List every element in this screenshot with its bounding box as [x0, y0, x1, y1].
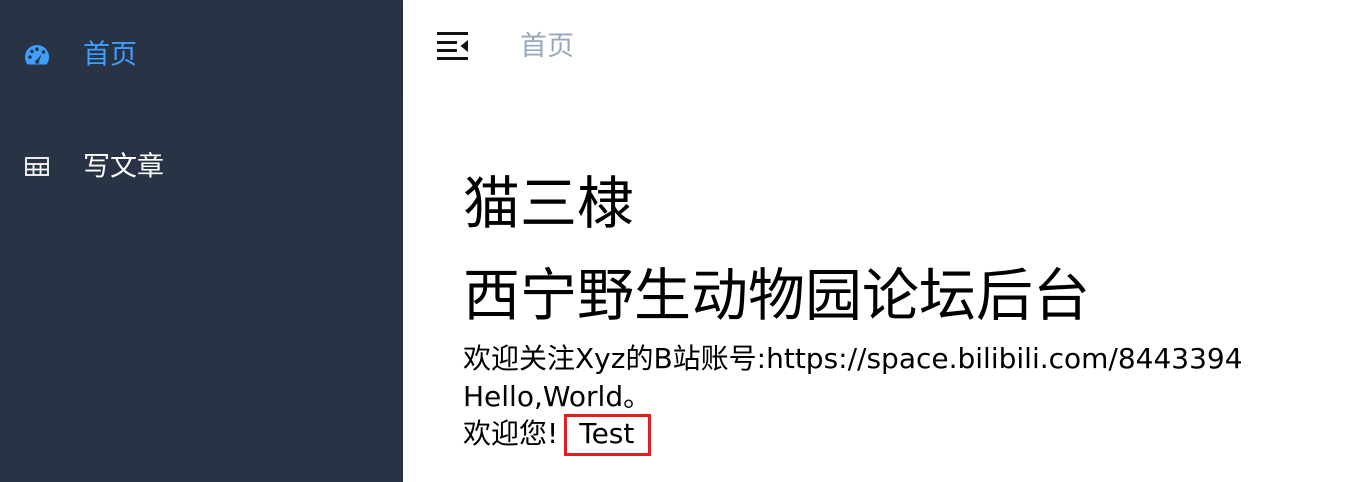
sidebar-item-label: 写文章 [83, 151, 164, 183]
sidebar-item-write-article[interactable]: 写文章 [0, 139, 403, 195]
menu-fold-icon[interactable] [436, 30, 470, 62]
breadcrumb[interactable]: 首页 [520, 29, 574, 65]
hello-text: Hello,World。 [463, 380, 652, 413]
page-subtitle: 西宁野生动物园论坛后台 [463, 263, 1090, 329]
sidebar-item-home[interactable]: 首页 [0, 27, 403, 83]
app-root: 首页 写文章 首页 猫三棣 西宁野生动物园论坛后台 欢迎关注Xyz的B站账号:h… [0, 0, 1349, 482]
sidebar-item-label: 首页 [83, 39, 137, 71]
sidebar: 首页 写文章 [0, 0, 403, 482]
table-icon [23, 155, 51, 179]
welcome-prefix: 欢迎您! [463, 417, 559, 450]
page-title: 猫三棣 [463, 171, 634, 237]
main-content: 猫三棣 西宁野生动物园论坛后台 欢迎关注Xyz的B站账号:https://spa… [403, 98, 1349, 482]
username-highlight: Test [564, 414, 652, 456]
follow-text: 欢迎关注Xyz的B站账号:https://space.bilibili.com/… [463, 342, 1243, 375]
dashboard-icon [23, 43, 51, 67]
welcome-line: 欢迎您! Test [463, 414, 652, 456]
navbar: 首页 [403, 0, 1349, 98]
